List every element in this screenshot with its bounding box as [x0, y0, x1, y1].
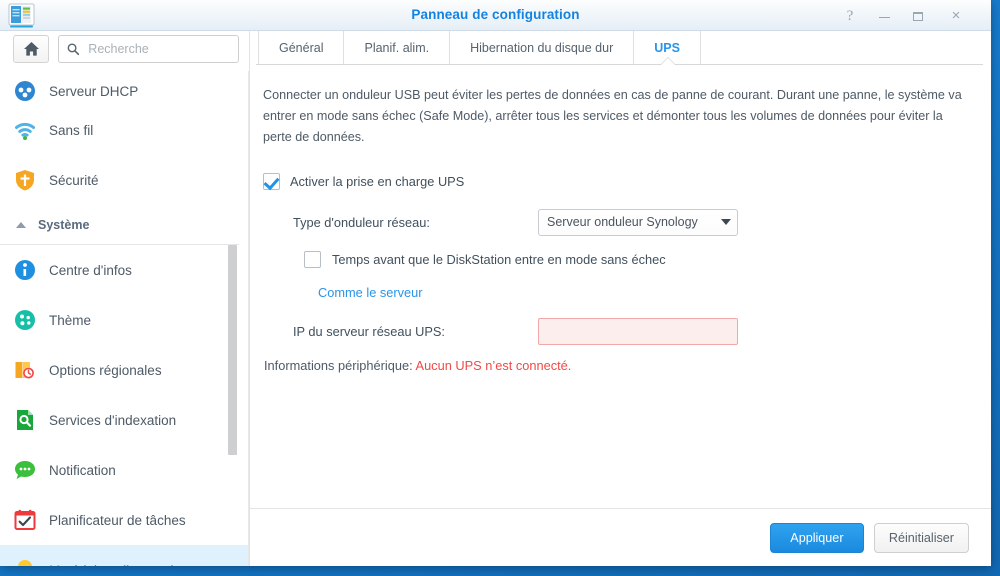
close-button[interactable]: ×	[946, 6, 966, 26]
enable-ups-row[interactable]: Activer la prise en charge UPS	[263, 166, 967, 196]
lightbulb-icon	[13, 558, 37, 566]
sidebar-item-label: Notification	[49, 462, 116, 478]
ups-description: Connecter un onduleur USB peut éviter le…	[263, 88, 962, 144]
sidebar-item-label: Sécurité	[49, 172, 99, 188]
ups-type-label: Type d'onduleur réseau:	[293, 214, 430, 230]
tab-power-schedule[interactable]: Planif. alim.	[344, 31, 451, 64]
ups-ip-input[interactable]	[538, 317, 738, 345]
sidebar-item-label: Sans fil	[49, 122, 94, 138]
notification-bubble-icon	[13, 458, 37, 482]
device-info-value: Aucun UPS n’est connecté.	[415, 358, 572, 373]
sidebar-item-theme[interactable]: Thème	[0, 295, 249, 345]
reset-button[interactable]: Réinitialiser	[873, 522, 969, 553]
sidebar-scrollbar-track	[248, 31, 249, 566]
ups-ip-label: IP du serveur réseau UPS:	[293, 323, 445, 339]
enable-ups-label: Activer la prise en charge UPS	[290, 173, 465, 189]
sidebar-item-regional-options[interactable]: Options régionales	[0, 345, 249, 395]
control-panel-window: Panneau de configuration ? × Serveur DHC…	[0, 0, 991, 566]
maximize-button[interactable]	[908, 6, 928, 26]
maximize-icon	[913, 12, 923, 22]
server-link-row: Comme le serveur	[263, 276, 967, 309]
safe-mode-time-row[interactable]: Temps avant que le DiskStation entre en …	[263, 244, 967, 274]
sidebar-item-label: Planificateur de tâches	[49, 512, 186, 528]
home-icon	[23, 42, 39, 56]
device-info-row: Informations périphérique: Aucun UPS n’e…	[263, 358, 967, 373]
window-body: Serveur DHCP Sans fil Sécurité Système C…	[0, 31, 991, 566]
active-tab-caret	[660, 58, 675, 65]
palette-icon	[13, 308, 37, 332]
minimize-icon	[878, 16, 890, 19]
apply-button[interactable]: Appliquer	[769, 522, 864, 553]
search-icon	[67, 43, 80, 56]
info-icon	[13, 258, 37, 282]
sidebar-item-info-center[interactable]: Centre d'infos	[0, 245, 249, 295]
main-content: Général Planif. alim. Hibernation du dis…	[250, 31, 991, 566]
sidebar-item-wireless[interactable]: Sans fil	[0, 105, 249, 155]
sidebar-item-task-scheduler[interactable]: Planificateur de tâches	[0, 495, 249, 545]
ups-type-select[interactable]: Serveur onduleur Synology	[538, 208, 738, 236]
sidebar-nav-list: Serveur DHCP Sans fil Sécurité Système C…	[0, 31, 249, 566]
safe-mode-time-checkbox[interactable]	[304, 250, 321, 268]
sidebar-item-label: Centre d'infos	[49, 262, 132, 278]
ups-ip-row: IP du serveur réseau UPS:	[263, 316, 967, 346]
indexing-search-icon	[13, 408, 37, 432]
wifi-icon	[13, 118, 37, 142]
sidebar-item-dhcp-server[interactable]: Serveur DHCP	[0, 77, 249, 105]
ups-type-value: Serveur onduleur Synology	[547, 215, 698, 229]
chevron-up-icon	[16, 221, 26, 228]
sidebar-item-label: Serveur DHCP	[49, 83, 139, 99]
chevron-down-icon	[721, 219, 731, 225]
sidebar-item-label: Options régionales	[49, 362, 162, 378]
help-button[interactable]: ?	[840, 6, 860, 26]
sidebar: Serveur DHCP Sans fil Sécurité Système C…	[0, 31, 250, 566]
panel-footer: Appliquer Réinitialiser	[250, 508, 991, 566]
tab-bar: Général Planif. alim. Hibernation du dis…	[250, 31, 991, 64]
same-as-server-link[interactable]: Comme le serveur	[318, 285, 423, 300]
shield-icon	[13, 168, 37, 192]
tab-hdd-hibernation[interactable]: Hibernation du disque dur	[450, 31, 635, 64]
sidebar-item-label: Services d'indexation	[49, 412, 177, 428]
ups-settings-panel: Connecter un onduleur USB peut éviter le…	[250, 65, 991, 508]
sidebar-search-row	[0, 31, 249, 71]
sidebar-scrollbar-thumb[interactable]	[228, 245, 237, 455]
sidebar-group-label: Système	[38, 217, 90, 232]
enable-ups-checkbox[interactable]	[263, 172, 280, 190]
ups-type-row: Type d'onduleur réseau: Serveur onduleur…	[263, 207, 967, 237]
search-input[interactable]	[86, 41, 230, 57]
sidebar-group-system[interactable]: Système	[0, 205, 239, 245]
sidebar-item-notification[interactable]: Notification	[0, 445, 249, 495]
sidebar-item-indexing-services[interactable]: Services d'indexation	[0, 395, 249, 445]
sidebar-item-label: Thème	[49, 312, 92, 328]
window-titlebar[interactable]: Panneau de configuration ? ×	[0, 0, 991, 31]
sidebar-item-label: Matériel et alimentation	[49, 563, 189, 567]
sidebar-item-security[interactable]: Sécurité	[0, 155, 249, 205]
home-button[interactable]	[13, 35, 49, 63]
task-scheduler-calendar-icon	[13, 508, 37, 532]
sidebar-item-hardware-power[interactable]: Matériel et alimentation	[0, 545, 249, 566]
regional-options-icon	[13, 358, 37, 382]
search-box[interactable]	[58, 35, 239, 63]
device-info-label: Informations périphérique:	[264, 358, 413, 373]
tab-general[interactable]: Général	[258, 31, 345, 64]
dhcp-server-icon	[13, 79, 37, 103]
safe-mode-time-label: Temps avant que le DiskStation entre en …	[332, 251, 666, 267]
minimize-button[interactable]	[874, 6, 894, 26]
